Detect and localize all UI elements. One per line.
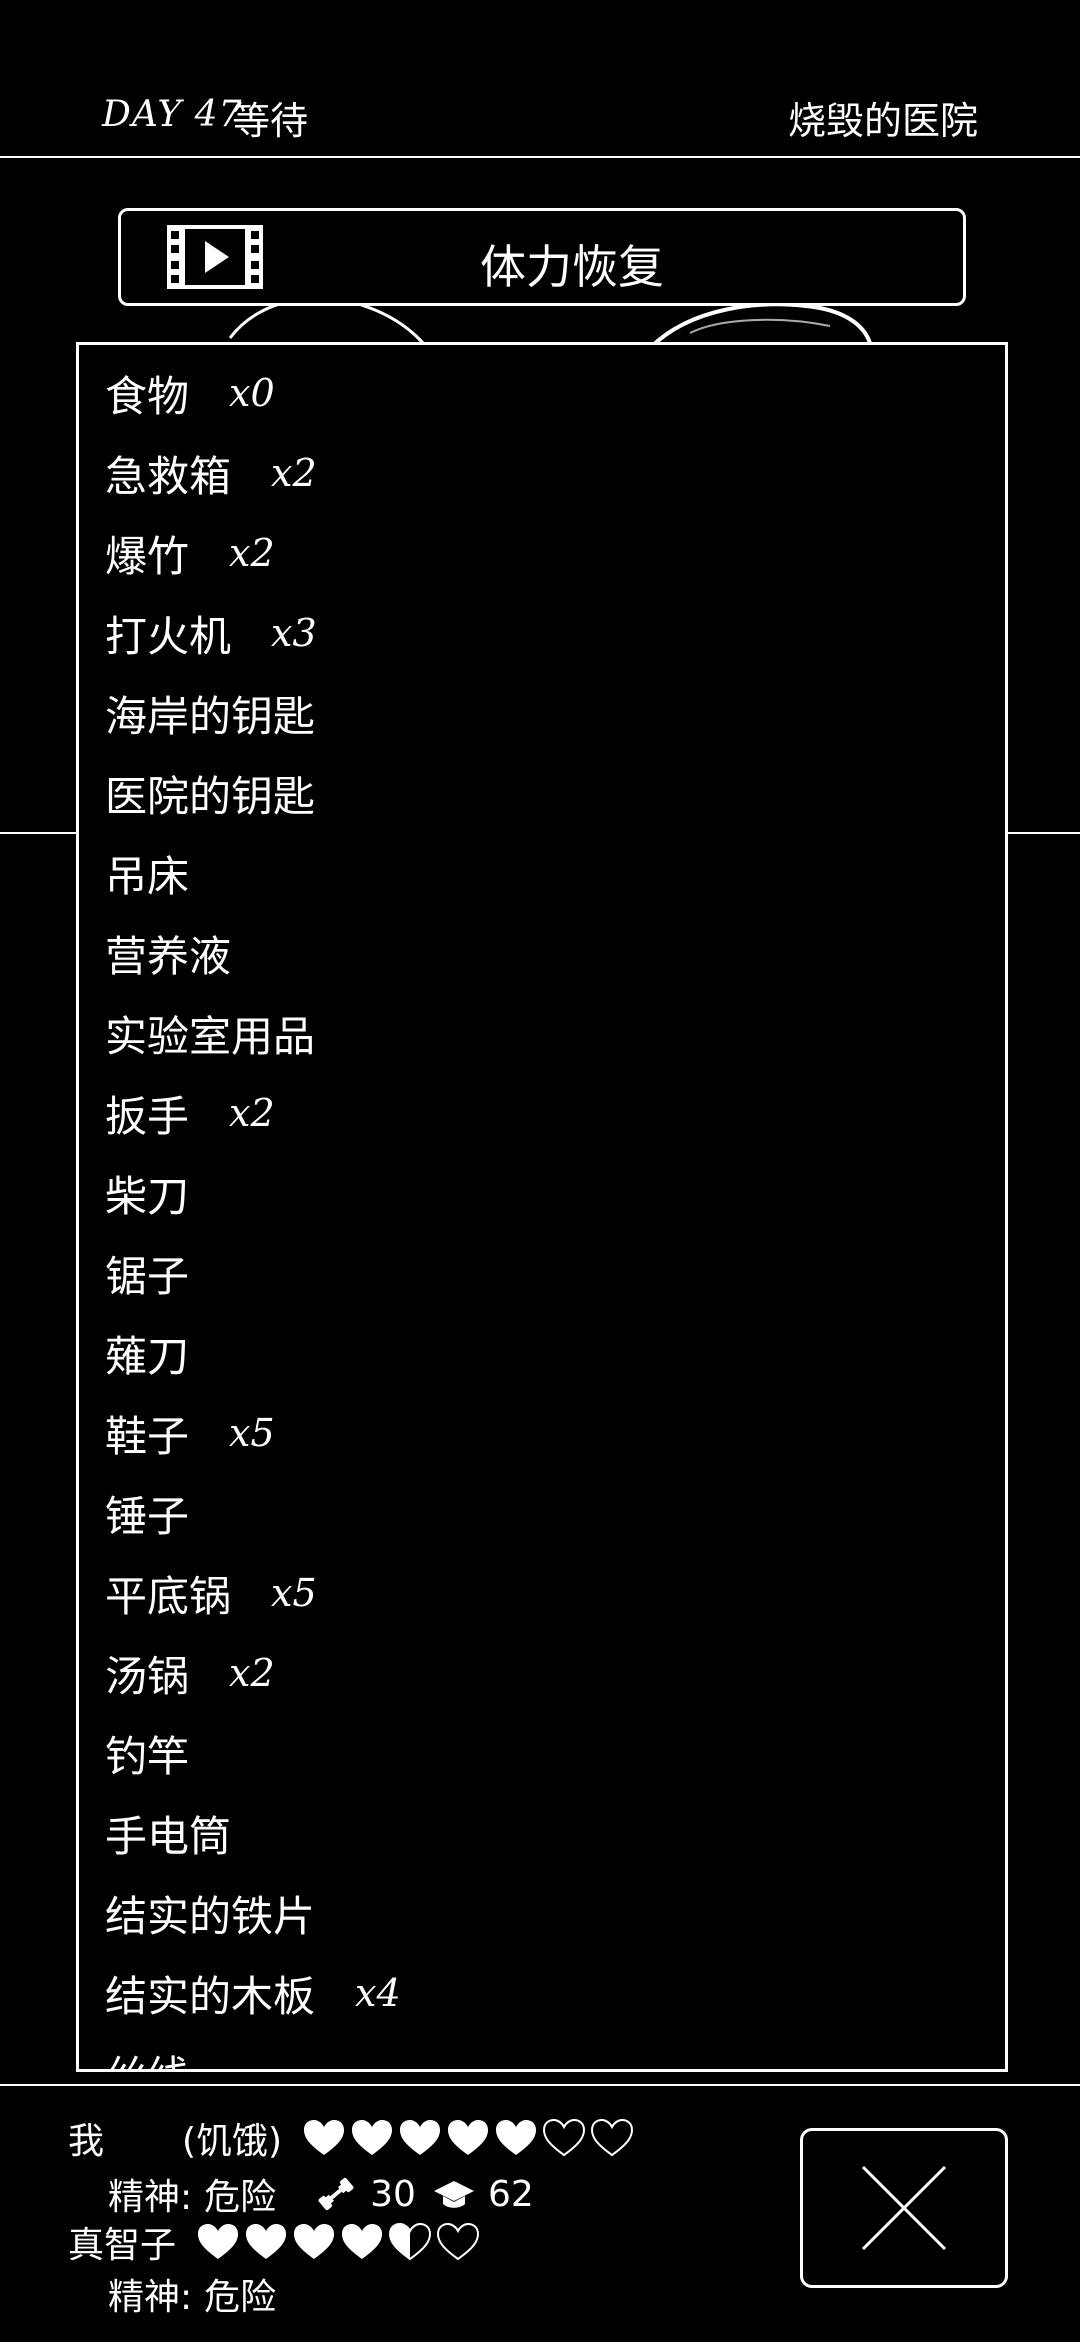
inventory-item[interactable]: 急救箱 x2 [105, 433, 1005, 513]
heart-full-icon [342, 2224, 383, 2259]
inventory-item-quantity: x2 [229, 531, 275, 575]
character-row-makiko: 真智子 [68, 2216, 480, 2268]
inventory-item-quantity: x2 [229, 1091, 275, 1135]
heart-half-icon [389, 2222, 432, 2261]
health-hearts [302, 2118, 634, 2158]
heart-empty-icon [591, 2118, 634, 2157]
spirit-label: 精神: [108, 2177, 193, 2218]
inventory-item-name: 锯子 [105, 1251, 190, 1301]
inventory-item-name: 手电筒 [105, 1811, 232, 1861]
character-condition: (饥饿) [182, 2121, 283, 2162]
inventory-panel[interactable]: 食物 x0 急救箱 x2 爆竹 x2 打火机 x3 海岸的钥匙医院的钥匙吊床营养液实验室用品扳手… [76, 342, 1008, 2072]
inventory-item-name: 营养液 [105, 931, 232, 981]
inventory-item[interactable]: 爆竹 x2 [105, 513, 1005, 593]
heart-full-icon [304, 2120, 345, 2155]
close-icon [861, 2165, 947, 2251]
inventory-item-name: 柴刀 [105, 1171, 190, 1221]
inventory-item-name: 海岸的钥匙 [105, 691, 316, 741]
inventory-item-quantity: x5 [229, 1411, 275, 1455]
inventory-item[interactable]: 医院的钥匙 [105, 753, 1005, 833]
heart-empty-icon [437, 2222, 480, 2261]
inventory-item-name: 实验室用品 [105, 1011, 316, 1061]
heart-full-icon [400, 2120, 441, 2155]
character-name: 真智子 [68, 2225, 177, 2266]
inventory-item-name: 食物 [105, 371, 190, 421]
stamina-recover-button[interactable]: 体力恢复 [118, 208, 966, 306]
inventory-item[interactable]: 薙刀 [105, 1313, 1005, 1393]
inventory-item-name: 钓竿 [105, 1731, 190, 1781]
inventory-item[interactable]: 汤锅 x2 [105, 1633, 1005, 1713]
inventory-item-name: 吊床 [105, 851, 190, 901]
inventory-item[interactable]: 钓竿 [105, 1713, 1005, 1793]
heart-full-icon [198, 2224, 239, 2259]
inventory-item-name: 打火机 [105, 611, 232, 661]
inventory-item[interactable]: 鞋子 x5 [105, 1393, 1005, 1473]
inventory-item[interactable]: 营养液 [105, 913, 1005, 993]
character-name: 我 [68, 2121, 105, 2162]
spirit-row-makiko: 精神: 危险 [108, 2268, 276, 2320]
inventory-item-quantity: x2 [229, 1651, 275, 1695]
inventory-item-name: 锤子 [105, 1491, 190, 1541]
spirit-value: 危险 [204, 2277, 277, 2318]
inventory-item-name: 鞋子 [105, 1411, 190, 1461]
heart-full-icon [352, 2120, 393, 2155]
inventory-item[interactable]: 实验室用品 [105, 993, 1005, 1073]
inventory-item-name: 爆竹 [105, 531, 190, 581]
inventory-item[interactable]: 柴刀 [105, 1153, 1005, 1233]
inventory-item[interactable]: 手电筒 [105, 1793, 1005, 1873]
inventory-item-name: 薙刀 [105, 1331, 190, 1381]
stamina-recover-label: 体力恢复 [480, 240, 664, 294]
inventory-item-name: 急救箱 [105, 451, 232, 501]
close-button[interactable] [800, 2128, 1008, 2288]
inventory-item-name: 医院的钥匙 [105, 771, 316, 821]
inventory-item[interactable]: 丝线 [105, 2033, 1005, 2070]
inventory-item[interactable]: 打火机 x3 [105, 593, 1005, 673]
inventory-item[interactable]: 平底锅 x5 [105, 1553, 1005, 1633]
inventory-item-quantity: x0 [229, 371, 275, 415]
inventory-item[interactable]: 食物 x0 [105, 353, 1005, 433]
inventory-item[interactable]: 锯子 [105, 1233, 1005, 1313]
heart-full-icon [496, 2120, 537, 2155]
inventory-item[interactable]: 结实的木板 x4 [105, 1953, 1005, 2033]
inventory-list: 食物 x0 急救箱 x2 爆竹 x2 打火机 x3 海岸的钥匙医院的钥匙吊床营养液实验室用品扳手… [105, 353, 1005, 2070]
inventory-item-name: 平底锅 [105, 1571, 232, 1621]
inventory-item[interactable]: 锤子 [105, 1473, 1005, 1553]
inventory-item-quantity: x2 [271, 451, 317, 495]
spirit-value: 危险 [204, 2177, 277, 2218]
status-text: 等待 [232, 99, 309, 143]
inventory-item-name: 结实的木板 [105, 1971, 316, 2021]
spirit-row-me: 精神: 危险 30 62 [108, 2168, 534, 2220]
day-counter: DAY 47 [102, 94, 243, 135]
heart-full-icon [448, 2120, 489, 2155]
strength-value: 30 [370, 2173, 416, 2215]
inventory-item[interactable]: 扳手 x2 [105, 1073, 1005, 1153]
inventory-item-name: 扳手 [105, 1091, 190, 1141]
inventory-item-name: 结实的铁片 [105, 1891, 316, 1941]
location-name: 烧毁的医院 [787, 99, 978, 143]
character-row-me: 我 (饥饿) [68, 2112, 634, 2164]
inventory-item[interactable]: 吊床 [105, 833, 1005, 913]
heart-full-icon [246, 2224, 287, 2259]
inventory-item-name: 汤锅 [105, 1651, 190, 1701]
inventory-item-quantity: x4 [355, 1971, 401, 2015]
graduation-cap-icon [433, 2181, 474, 2208]
inventory-item[interactable]: 海岸的钥匙 [105, 673, 1005, 753]
intelligence-value: 62 [487, 2173, 534, 2215]
dumbbell-icon [318, 2177, 354, 2211]
inventory-item-quantity: x5 [271, 1571, 317, 1615]
inventory-item-quantity: x3 [271, 611, 317, 655]
inventory-item[interactable]: 结实的铁片 [105, 1873, 1005, 1953]
heart-empty-icon [543, 2118, 586, 2157]
top-bar: DAY 47 等待 烧毁的医院 [0, 0, 1080, 158]
health-hearts [196, 2222, 480, 2262]
heart-full-icon [294, 2224, 335, 2259]
spirit-label: 精神: [108, 2277, 193, 2318]
inventory-item-name: 丝线 [105, 2043, 189, 2070]
